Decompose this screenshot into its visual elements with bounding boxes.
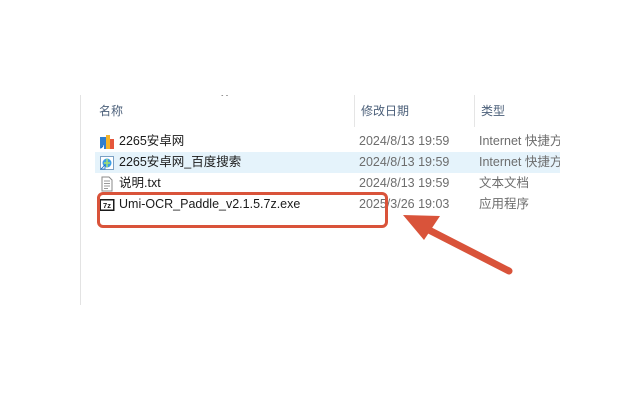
column-header-date-modified[interactable]: 修改日期 — [354, 95, 474, 127]
column-header-bar: ^ 名称 修改日期 类型 — [81, 95, 560, 127]
file-name: 说明.txt — [119, 176, 161, 190]
file-type: 文本文档 — [479, 176, 530, 190]
file-date-modified: 2024/8/13 19:59 — [359, 134, 450, 148]
file-name: 2265安卓网 — [119, 134, 185, 148]
file-type: Internet 快捷方 — [479, 155, 560, 169]
file-type: 应用程序 — [479, 197, 530, 211]
file-type: Internet 快捷方 — [479, 134, 560, 148]
file-row[interactable]: 2265安卓网_百度搜索 2024/8/13 19:59 Internet 快捷… — [95, 152, 560, 173]
file-row[interactable]: 说明.txt 2024/8/13 19:59 文本文档 — [95, 173, 560, 194]
column-header-name[interactable]: 名称 — [93, 95, 354, 127]
annotation-highlight-box — [97, 192, 388, 228]
internet-shortcut-icon — [100, 156, 114, 170]
file-date-modified: 2024/8/13 19:59 — [359, 155, 450, 169]
screenshot-stage: ^ 名称 修改日期 类型 2265安卓网 2024/8/13 19:59 Int… — [0, 0, 640, 400]
file-row[interactable]: 2265安卓网 2024/8/13 19:59 Internet 快捷方 — [95, 131, 560, 152]
column-header-type[interactable]: 类型 — [474, 95, 560, 127]
file-name: 2265安卓网_百度搜索 — [119, 155, 242, 169]
file-date-modified: 2024/8/13 19:59 — [359, 176, 450, 190]
text-file-icon — [101, 176, 113, 192]
internet-shortcut-icon — [100, 135, 114, 149]
